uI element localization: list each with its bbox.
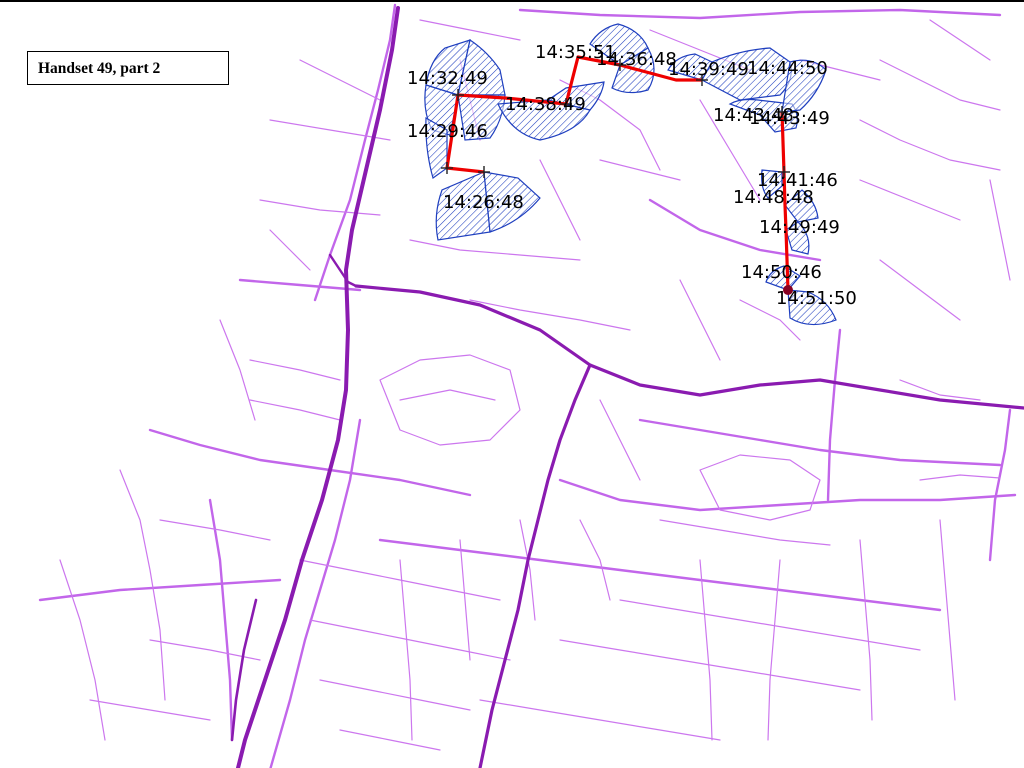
timestamp-label: 14:48:48 xyxy=(733,187,814,208)
map-caption: Handset 49, part 2 xyxy=(27,51,229,85)
highway-network xyxy=(230,6,1024,768)
timestamp-label: 14:39:49 xyxy=(668,59,749,80)
timestamp-label: 14:29:46 xyxy=(407,121,488,142)
timestamp-label: 14:38:49 xyxy=(505,94,586,115)
map-canvas[interactable]: 14:32:49 14:29:46 14:26:48 14:38:49 14:3… xyxy=(0,0,1024,768)
timestamp-label: 14:36:48 xyxy=(596,49,677,70)
timestamp-label: 14:44:50 xyxy=(747,58,828,79)
timestamp-label: 14:26:48 xyxy=(443,192,524,213)
timestamp-label: 14:43:49 xyxy=(749,108,830,129)
timestamp-label: 14:50:46 xyxy=(741,262,822,283)
timestamp-label: 14:32:49 xyxy=(407,68,488,89)
timestamp-label: 14:51:50 xyxy=(776,288,857,309)
timestamp-label: 14:49:49 xyxy=(759,217,840,238)
